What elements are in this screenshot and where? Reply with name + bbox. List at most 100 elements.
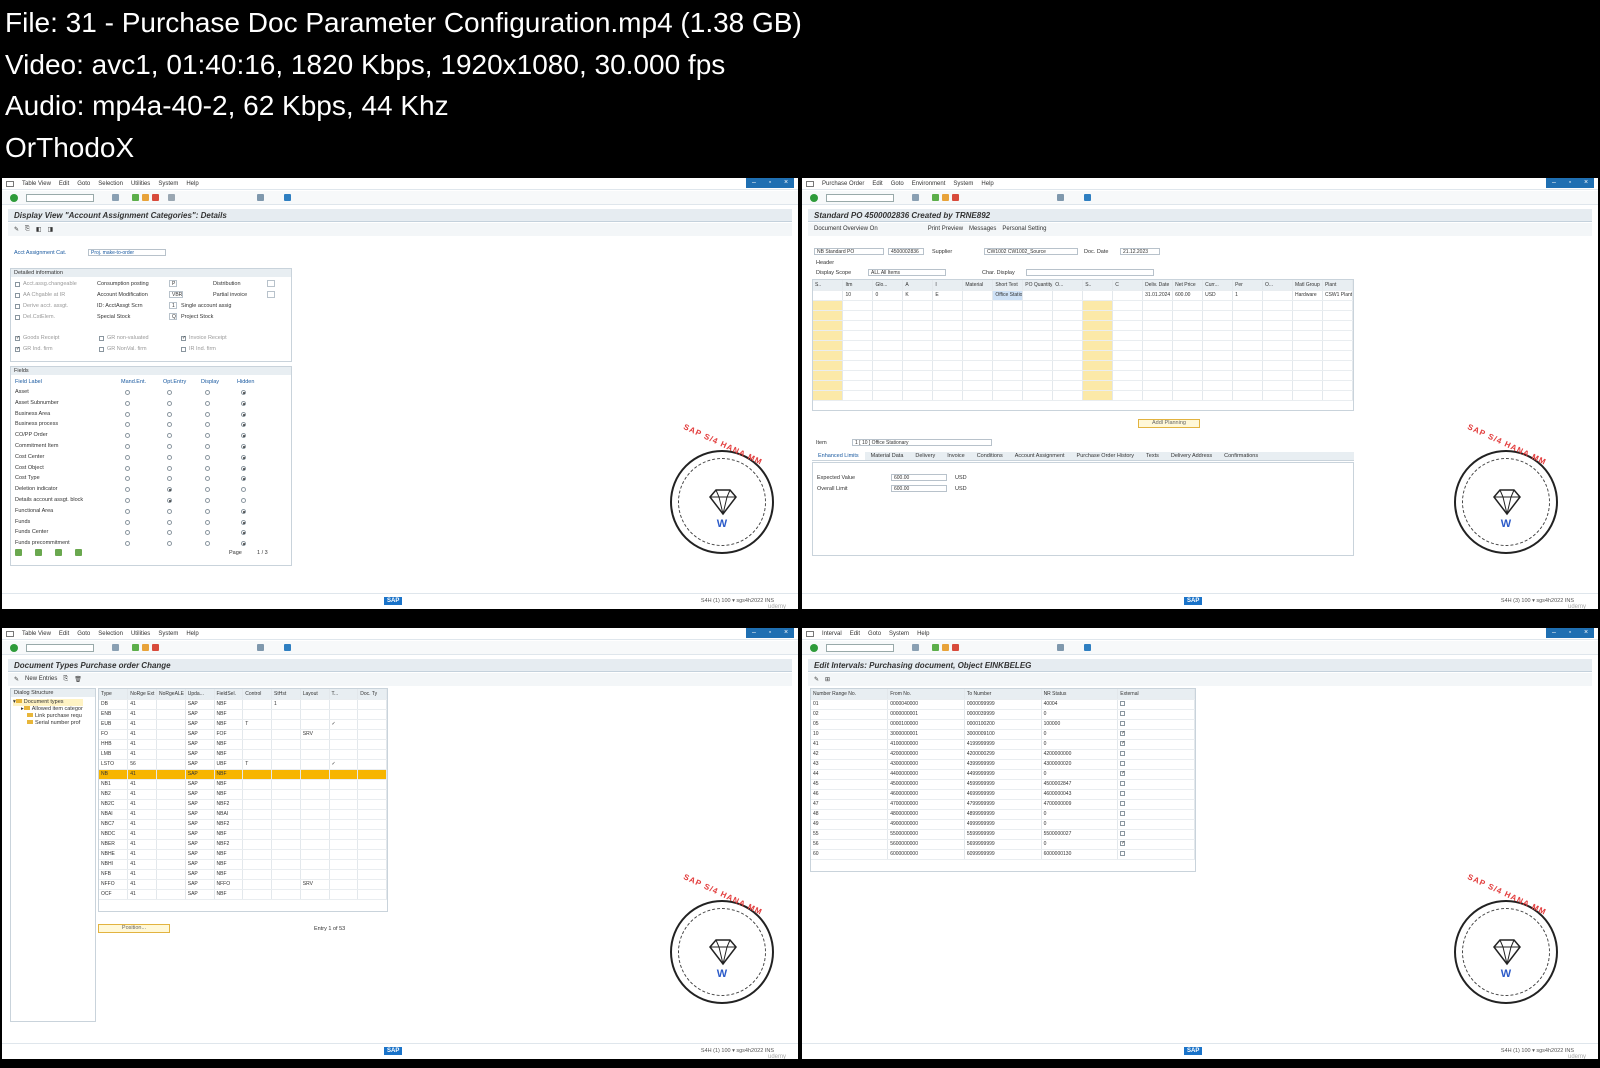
table-cell[interactable] <box>271 829 301 840</box>
print-icon[interactable] <box>168 194 175 201</box>
column-header[interactable]: S.. <box>813 280 844 291</box>
table-cell[interactable] <box>329 849 359 860</box>
table-cell[interactable]: 0000039999 <box>964 709 1042 720</box>
table-cell[interactable] <box>1202 350 1234 361</box>
table-cell[interactable]: 42 <box>811 749 889 760</box>
table-cell[interactable]: NBAI <box>214 809 244 820</box>
table-cell[interactable]: SAP <box>185 809 215 820</box>
table-cell[interactable] <box>813 290 844 301</box>
table-row[interactable]: 45 4500000000 4599999999 4500002847 <box>811 779 1195 790</box>
table-cell[interactable] <box>962 370 994 381</box>
table-cell[interactable]: T <box>242 759 272 770</box>
column-header[interactable]: O... <box>1262 280 1293 291</box>
column-header[interactable]: Doc. Ty <box>357 689 387 700</box>
table-cell[interactable]: 4700000009 <box>1041 799 1119 810</box>
maximize-icon[interactable]: ▫ <box>762 178 778 188</box>
table-cell[interactable] <box>271 719 301 730</box>
table-cell[interactable]: 02 <box>811 709 889 720</box>
table-cell[interactable] <box>357 779 387 790</box>
table-cell[interactable] <box>1117 799 1195 810</box>
table-cell[interactable]: SAP <box>185 759 215 770</box>
table-cell[interactable] <box>1117 719 1195 730</box>
menu-help[interactable]: Help <box>186 181 198 187</box>
table-cell[interactable] <box>1172 380 1204 391</box>
table-cell[interactable] <box>1292 330 1323 341</box>
field-option-radio[interactable] <box>167 476 172 482</box>
table-cell[interactable]: OCF <box>99 889 129 900</box>
table-cell[interactable] <box>962 340 994 351</box>
table-cell[interactable]: 4599999999 <box>964 779 1042 790</box>
table-cell[interactable] <box>271 869 301 880</box>
table-cell[interactable] <box>1117 829 1195 840</box>
table-cell[interactable] <box>156 869 186 880</box>
table-cell[interactable]: 5699999999 <box>964 839 1042 850</box>
field-option-radio[interactable] <box>205 444 210 449</box>
table-cell[interactable]: 41 <box>127 739 157 750</box>
table-cell[interactable]: NBF <box>214 859 244 870</box>
table-cell[interactable] <box>156 699 186 710</box>
table-cell[interactable] <box>329 709 359 720</box>
table-cell[interactable]: NBAI <box>99 809 129 820</box>
table-cell[interactable]: 3000009100 <box>964 729 1042 740</box>
close-icon[interactable]: × <box>1578 628 1594 638</box>
table-cell[interactable] <box>1052 290 1084 301</box>
table-cell[interactable] <box>300 839 330 850</box>
minimize-icon[interactable]: – <box>746 628 762 638</box>
table-cell[interactable]: 44 <box>811 769 889 780</box>
tree-node-link-requisition[interactable]: Link purchase requ <box>13 713 83 720</box>
table-cell[interactable] <box>1322 370 1353 381</box>
table-cell[interactable] <box>156 829 186 840</box>
table-cell[interactable] <box>1117 699 1195 710</box>
external-checkbox[interactable] <box>1120 710 1126 716</box>
field-value[interactable]: VBR <box>169 291 183 298</box>
exit-icon[interactable] <box>942 194 949 201</box>
table-cell[interactable]: 4200000000 <box>887 749 965 760</box>
table-row[interactable]: 43 4300000000 4399999999 4300000020 <box>811 759 1195 770</box>
table-cell[interactable]: NBF2 <box>214 819 244 830</box>
table-cell[interactable]: 4999999999 <box>964 819 1042 830</box>
table-cell[interactable] <box>329 789 359 800</box>
table-cell[interactable]: 41 <box>127 729 157 740</box>
table-cell[interactable] <box>300 759 330 770</box>
table-cell[interactable]: 4600000000 <box>887 789 965 800</box>
layout-icon[interactable] <box>1057 644 1064 651</box>
empty-row[interactable] <box>813 380 1353 391</box>
table-cell[interactable] <box>1117 809 1195 820</box>
table-cell[interactable] <box>813 310 844 321</box>
field-option-radio[interactable] <box>125 433 130 439</box>
field-option-radio[interactable] <box>241 444 246 449</box>
table-cell[interactable]: NBF <box>214 889 244 900</box>
table-cell[interactable] <box>1052 380 1084 391</box>
field-option-radio[interactable] <box>167 390 172 395</box>
table-row[interactable]: 47 4700000000 4799999999 4700000009 <box>811 799 1195 810</box>
table-cell[interactable] <box>813 380 844 391</box>
menu-goto[interactable]: Goto <box>868 631 881 637</box>
menu-selection[interactable]: Selection <box>98 631 123 637</box>
table-cell[interactable]: 41 <box>127 889 157 900</box>
table-cell[interactable] <box>1202 380 1234 391</box>
back-icon[interactable] <box>132 644 139 651</box>
back-icon[interactable] <box>132 194 139 201</box>
table-cell[interactable] <box>1142 330 1174 341</box>
table-cell[interactable] <box>842 360 874 371</box>
table-cell[interactable] <box>992 360 1024 371</box>
table-cell[interactable] <box>842 370 874 381</box>
empty-row[interactable] <box>813 330 1353 341</box>
field-option-radio[interactable] <box>241 519 246 525</box>
table-row[interactable]: DB 41 SAP NBF 1 <box>99 699 387 710</box>
table-cell[interactable]: 4100000000 <box>887 739 965 750</box>
table-cell[interactable] <box>1322 320 1353 331</box>
field-option-radio[interactable] <box>125 444 130 449</box>
table-cell[interactable] <box>1112 390 1144 401</box>
table-cell[interactable] <box>271 819 301 830</box>
table-cell[interactable]: 0 <box>1041 709 1119 720</box>
table-cell[interactable]: SAP <box>185 879 215 890</box>
table-cell[interactable] <box>962 330 994 341</box>
tab-delivery[interactable]: Delivery <box>909 452 941 460</box>
column-header[interactable]: Deliv. Date <box>1142 280 1174 291</box>
table-row[interactable]: NB2C 41 SAP NBF2 <box>99 799 387 810</box>
table-cell[interactable] <box>1202 300 1234 311</box>
table-cell[interactable] <box>300 699 330 710</box>
table-cell[interactable] <box>872 300 904 311</box>
table-cell[interactable] <box>1172 310 1204 321</box>
